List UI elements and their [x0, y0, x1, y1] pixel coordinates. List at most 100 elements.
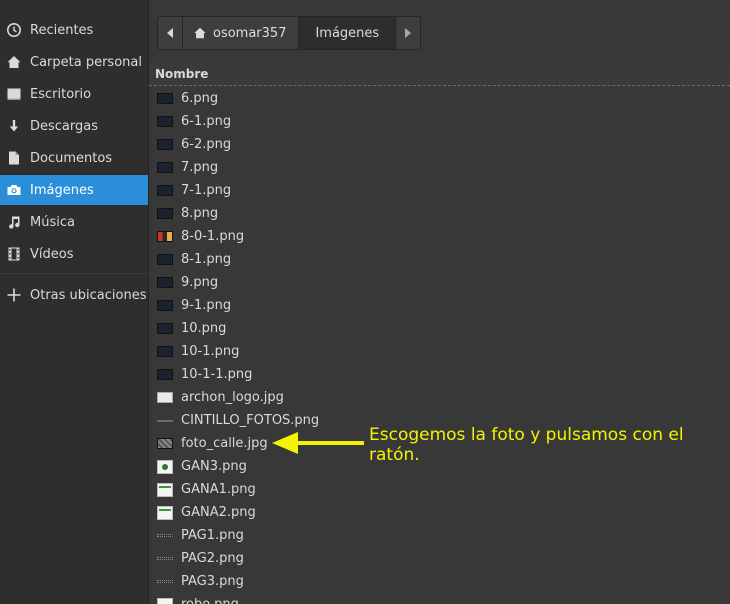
file-name: GANA2.png [181, 505, 256, 520]
file-name: 7-1.png [181, 183, 232, 198]
file-thumbnail-icon [157, 534, 173, 537]
sidebar-item-videos[interactable]: Vídeos [0, 239, 148, 269]
sidebar-divider [0, 273, 148, 274]
file-row[interactable]: 9-1.png [149, 294, 730, 317]
file-thumbnail-icon [157, 369, 173, 380]
sidebar-item-documentos[interactable]: Documentos [0, 143, 148, 173]
file-row[interactable]: 9.png [149, 271, 730, 294]
file-name: 6-2.png [181, 137, 232, 152]
file-thumbnail-icon [157, 346, 173, 357]
chevron-right-icon [405, 28, 412, 38]
file-thumbnail-icon [157, 116, 173, 127]
file-thumbnail-icon [157, 277, 173, 288]
sidebar-item-escritorio[interactable]: Escritorio [0, 79, 148, 109]
file-row[interactable]: archon_logo.jpg [149, 386, 730, 409]
column-header-label: Nombre [155, 66, 209, 81]
file-row[interactable]: GANA2.png [149, 501, 730, 524]
file-thumbnail-icon [157, 419, 173, 422]
file-row[interactable]: 8-0-1.png [149, 225, 730, 248]
header-toolbar: osomar357 Imágenes [149, 0, 730, 62]
file-thumbnail-icon [157, 300, 173, 311]
file-thumbnail-icon [157, 254, 173, 265]
sidebar-item-label: Otras ubicaciones [30, 287, 147, 303]
clock-icon [6, 22, 22, 38]
annotation-arrow-icon [272, 432, 364, 454]
path-forward-button[interactable] [396, 17, 421, 49]
sidebar-item-label: Vídeos [30, 246, 74, 262]
file-thumbnail-icon [157, 597, 173, 604]
sidebar-item-otras-ubicaciones[interactable]: Otras ubicaciones [0, 280, 148, 310]
path-home-button[interactable]: osomar357 [183, 17, 300, 49]
file-name: 9.png [181, 275, 219, 290]
sidebar-item-label: Música [30, 214, 75, 230]
file-thumbnail-icon [157, 323, 173, 334]
sidebar-item-musica[interactable]: Música [0, 207, 148, 237]
column-header-name[interactable]: Nombre [149, 62, 730, 86]
file-row[interactable]: GANA1.png [149, 478, 730, 501]
file-row[interactable]: robo.png [149, 593, 730, 604]
file-row[interactable]: 10.png [149, 317, 730, 340]
file-name: PAG2.png [181, 551, 244, 566]
home-icon [6, 54, 22, 70]
file-row[interactable]: PAG2.png [149, 547, 730, 570]
file-thumbnail-icon [157, 93, 173, 104]
file-name: 6.png [181, 91, 219, 106]
path-home-label: osomar357 [213, 25, 287, 41]
file-list: 6.png 6-1.png 6-2.png 7.png 7-1.png 8.png 8-0-… [149, 87, 730, 604]
file-thumbnail-icon [157, 208, 173, 219]
file-name: 8-1.png [181, 252, 232, 267]
file-row[interactable]: 10-1-1.png [149, 363, 730, 386]
file-name: 7.png [181, 160, 219, 175]
home-icon [193, 26, 207, 40]
document-icon [6, 150, 22, 166]
annotation-text: Escogemos la foto y pulsamos con el rató… [369, 425, 684, 465]
file-row[interactable]: 10-1.png [149, 340, 730, 363]
camera-icon [6, 182, 22, 198]
path-bar: osomar357 Imágenes [157, 16, 422, 50]
file-row[interactable]: PAG1.png [149, 524, 730, 547]
sidebar-item-imagenes[interactable]: Imágenes [0, 175, 148, 205]
sidebar-item-label: Documentos [30, 150, 113, 166]
file-name: foto_calle.jpg [181, 436, 268, 451]
sidebar-item-label: Recientes [30, 22, 94, 38]
file-thumbnail-icon [157, 139, 173, 150]
file-row[interactable]: 7.png [149, 156, 730, 179]
music-note-icon [6, 214, 22, 230]
file-name: PAG1.png [181, 528, 244, 543]
file-row[interactable]: 6-1.png [149, 110, 730, 133]
file-name: 6-1.png [181, 114, 232, 129]
sidebar-item-carpeta-personal[interactable]: Carpeta personal [0, 47, 148, 77]
file-row[interactable]: 6.png [149, 87, 730, 110]
file-row[interactable]: 8-1.png [149, 248, 730, 271]
plus-icon [6, 287, 22, 303]
file-thumbnail-icon [157, 438, 173, 449]
file-name: 8.png [181, 206, 219, 221]
file-name: GAN3.png [181, 459, 247, 474]
file-name: robo.png [181, 597, 239, 604]
file-name: 10.png [181, 321, 227, 336]
chevron-left-icon [167, 28, 173, 38]
path-current-button[interactable]: Imágenes [299, 17, 397, 49]
file-thumbnail-icon [157, 162, 173, 173]
sidebar-item-label: Descargas [30, 118, 99, 134]
file-thumbnail-icon [157, 392, 173, 403]
file-thumbnail-icon [157, 505, 173, 520]
sidebar-item-label: Carpeta personal [30, 54, 142, 70]
file-name: 8-0-1.png [181, 229, 245, 244]
sidebar-item-label: Imágenes [30, 182, 94, 198]
sidebar-item-descargas[interactable]: Descargas [0, 111, 148, 141]
sidebar-item-recientes[interactable]: Recientes [0, 15, 148, 45]
file-row[interactable]: 6-2.png [149, 133, 730, 156]
file-thumbnail-icon [157, 231, 173, 242]
path-back-button[interactable] [158, 17, 183, 49]
file-row[interactable]: 8.png [149, 202, 730, 225]
file-thumbnail-icon [157, 185, 173, 196]
file-row[interactable]: 7-1.png [149, 179, 730, 202]
desktop-icon [6, 86, 22, 102]
file-name: 10-1-1.png [181, 367, 253, 382]
path-current-label: Imágenes [315, 25, 380, 41]
file-name: archon_logo.jpg [181, 390, 284, 405]
sidebar-item-label: Escritorio [30, 86, 92, 102]
film-icon [6, 246, 22, 262]
file-row[interactable]: PAG3.png [149, 570, 730, 593]
